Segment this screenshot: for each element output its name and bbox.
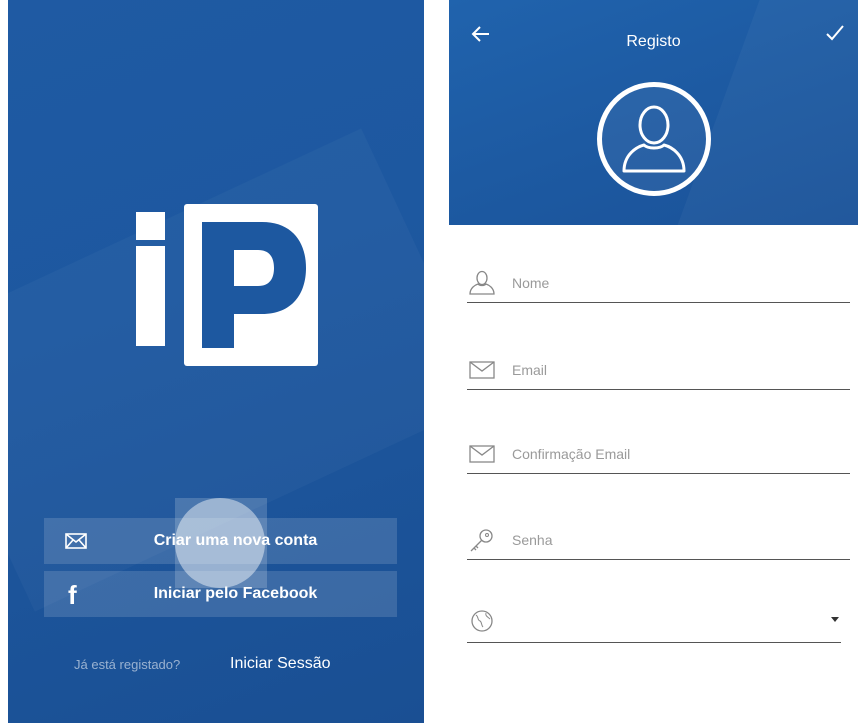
name-placeholder: Nome — [512, 275, 550, 291]
register-header: Registo — [449, 0, 858, 225]
name-underline — [467, 302, 850, 303]
check-icon[interactable] — [825, 23, 845, 49]
name-field[interactable]: Nome — [467, 270, 857, 310]
globe-icon — [471, 610, 493, 632]
register-screen: Registo Nome Email Confirmação Email Sen… — [449, 0, 858, 723]
logo-p-glyph — [202, 222, 306, 348]
logo-i-stem — [136, 246, 165, 346]
country-select[interactable] — [467, 608, 857, 648]
user-icon — [469, 270, 495, 295]
logo-i-dot — [136, 212, 165, 240]
mail-icon — [469, 445, 495, 463]
confirm-email-field[interactable]: Confirmação Email — [467, 441, 857, 481]
email-field[interactable]: Email — [467, 357, 857, 397]
email-underline — [467, 389, 850, 390]
already-registered-text: Já está registado? — [74, 657, 181, 672]
password-field[interactable]: Senha — [467, 527, 857, 567]
chevron-down-icon[interactable] — [831, 617, 839, 622]
confirm-email-underline — [467, 473, 850, 474]
sign-in-link[interactable]: Iniciar Sessão — [230, 655, 331, 673]
touch-feedback-circle — [175, 498, 265, 588]
key-icon — [470, 529, 493, 552]
avatar-user-icon — [622, 105, 686, 173]
logo-p-box — [184, 204, 318, 366]
app-logo — [128, 204, 318, 366]
welcome-background: Criar uma nova conta f Iniciar pelo Face… — [8, 0, 424, 723]
password-placeholder: Senha — [512, 532, 553, 548]
confirm-email-placeholder: Confirmação Email — [512, 446, 631, 462]
welcome-screen: Criar uma nova conta f Iniciar pelo Face… — [0, 0, 435, 723]
country-underline — [467, 642, 841, 643]
email-placeholder: Email — [512, 362, 548, 378]
avatar-picker[interactable] — [597, 82, 711, 196]
password-underline — [467, 559, 850, 560]
page-title: Registo — [626, 33, 681, 50]
mail-icon — [469, 361, 495, 379]
